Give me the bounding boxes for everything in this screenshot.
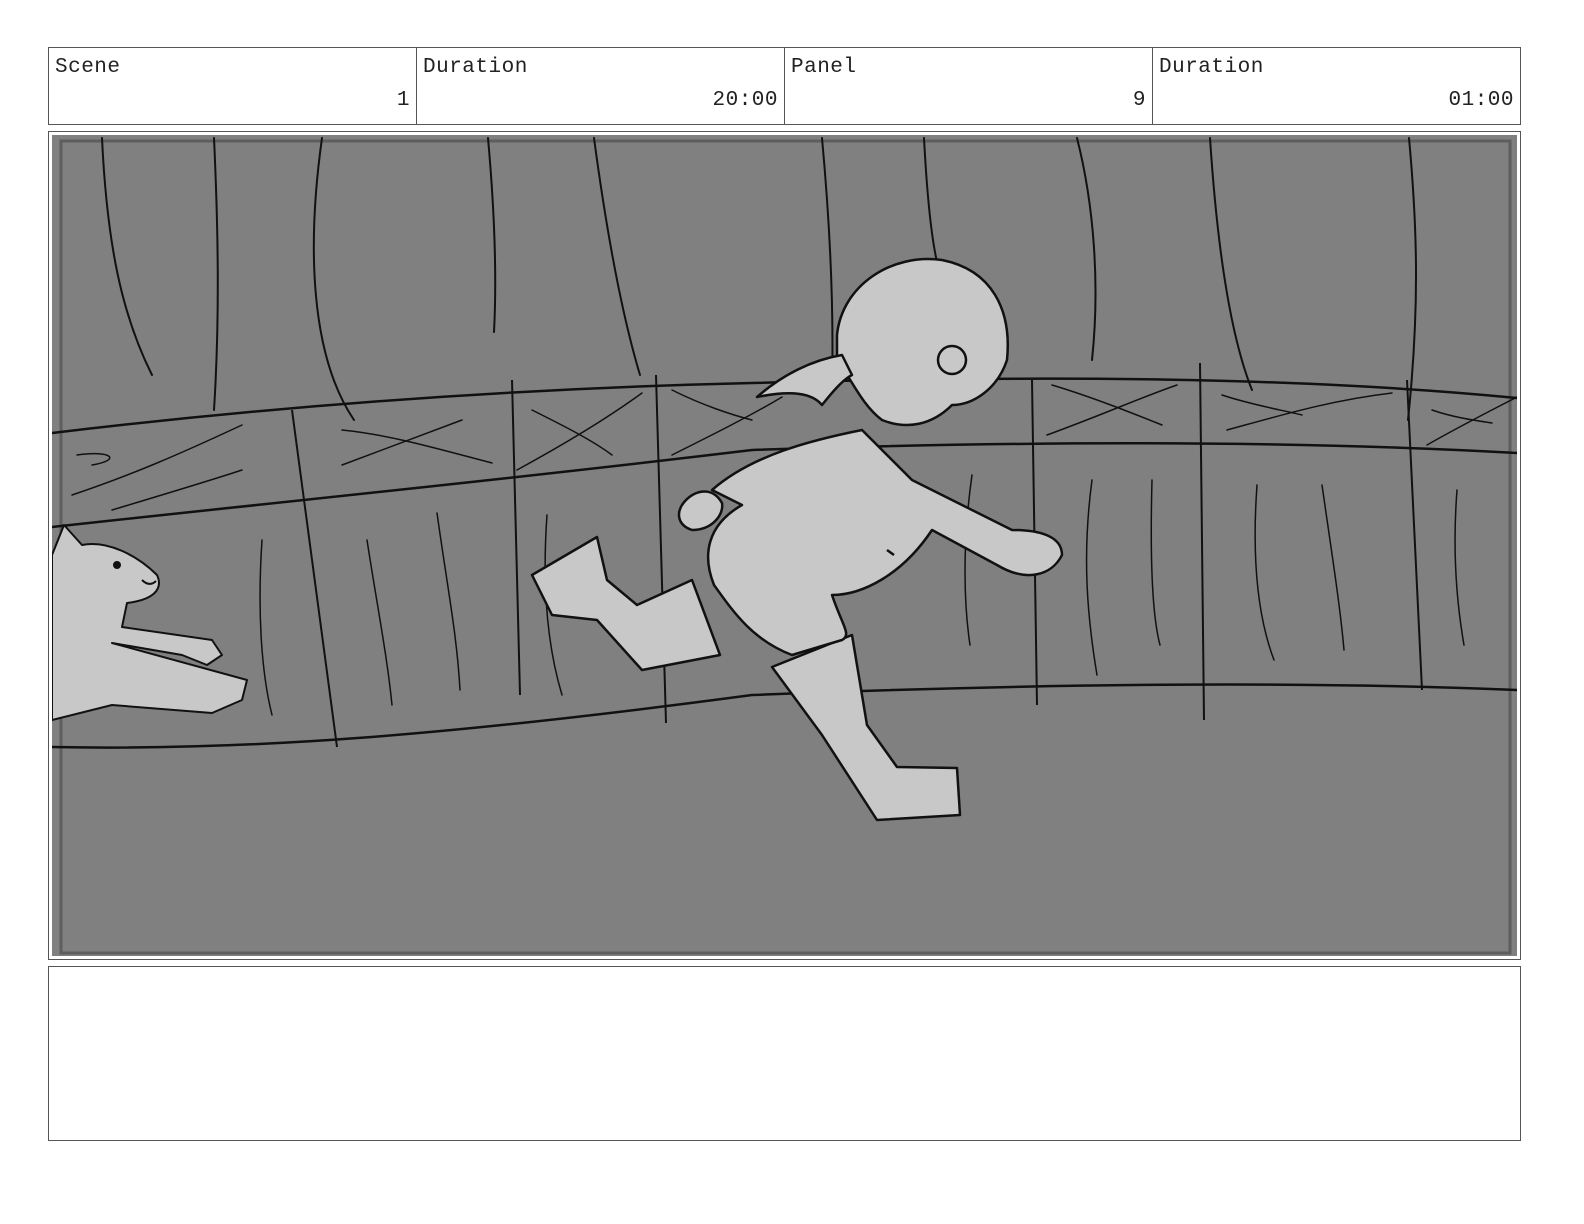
panel-duration-label: Duration bbox=[1159, 56, 1264, 79]
panel-duration-value: 01:00 bbox=[1448, 89, 1514, 112]
scene-duration-cell: Duration 20:00 bbox=[417, 48, 785, 124]
scene-duration-value: 20:00 bbox=[712, 89, 778, 112]
panel-number: 9 bbox=[1132, 89, 1146, 112]
notes-area[interactable] bbox=[48, 966, 1521, 1141]
panel-label: Panel bbox=[791, 56, 857, 79]
scene-duration-label: Duration bbox=[423, 56, 528, 79]
scene-number: 1 bbox=[396, 89, 410, 112]
panel-duration-cell: Duration 01:00 bbox=[1153, 48, 1520, 124]
panel-cell: Panel 9 bbox=[785, 48, 1153, 124]
storyboard-drawing bbox=[52, 135, 1517, 956]
storyboard-frame bbox=[48, 131, 1521, 960]
sketch-canvas bbox=[52, 135, 1517, 956]
panel-info-header: Scene 1 Duration 20:00 Panel 9 Duration … bbox=[48, 47, 1521, 125]
scene-cell: Scene 1 bbox=[49, 48, 417, 124]
scene-label: Scene bbox=[55, 56, 121, 79]
